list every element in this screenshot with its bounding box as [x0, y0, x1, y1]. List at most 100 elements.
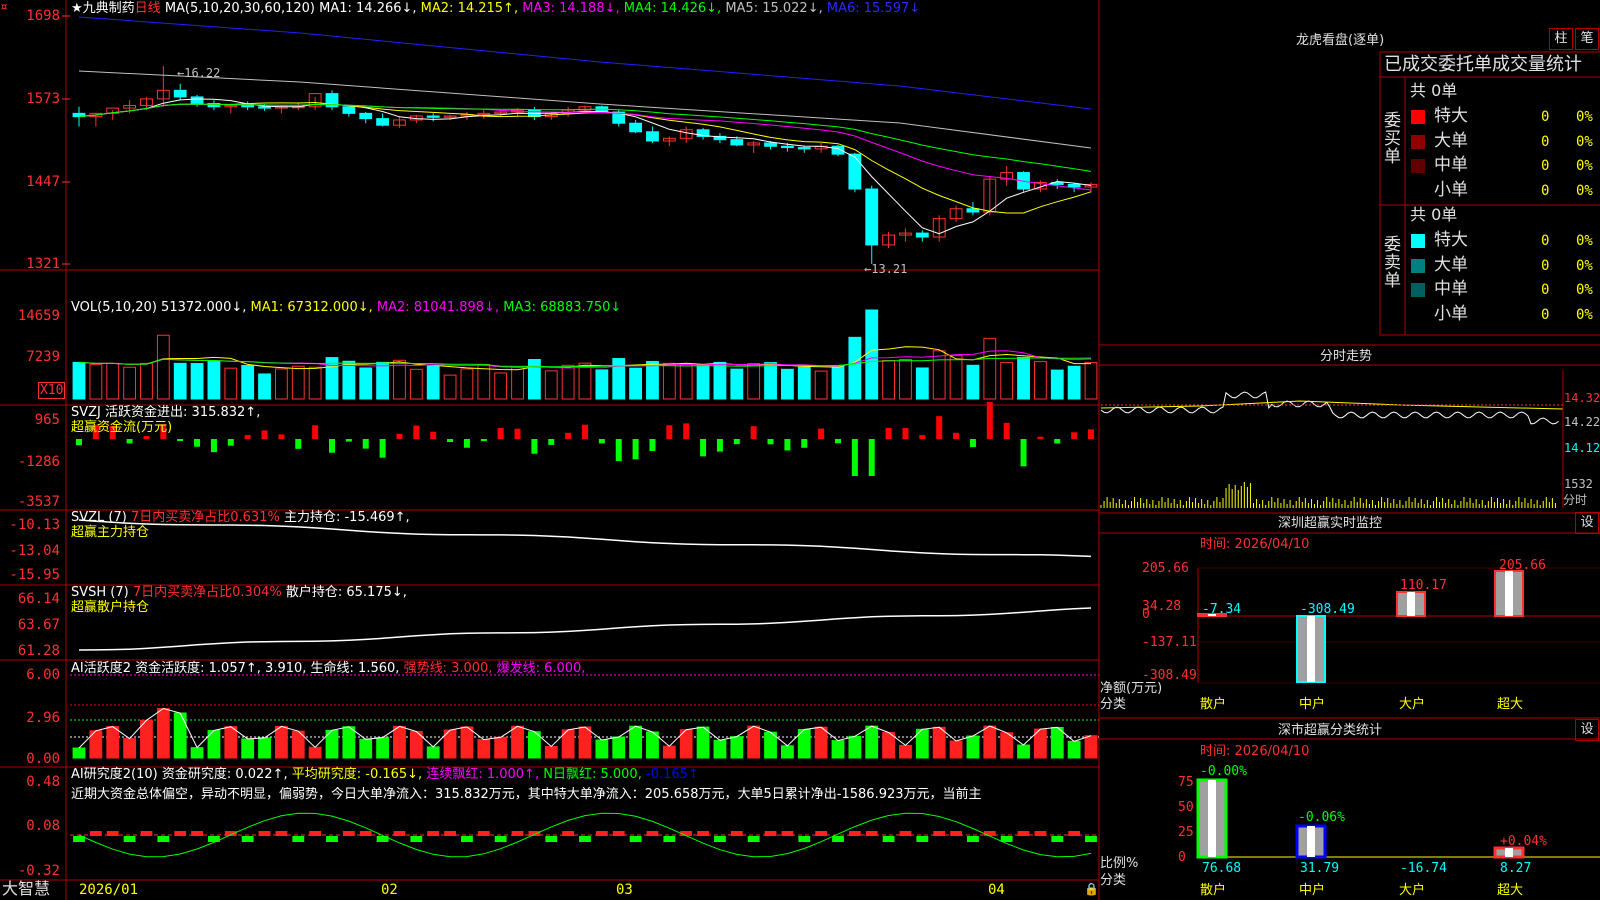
chart-canvas[interactable]	[0, 0, 1600, 900]
volume-bar	[578, 362, 592, 400]
monitor-bar-highlight	[1407, 592, 1415, 616]
research-bar	[629, 836, 642, 842]
vol-ma3: MA3: 68883.750↓	[503, 300, 622, 315]
stock-name[interactable]: ★九典制药	[71, 1, 135, 16]
research-bar	[798, 836, 811, 842]
flow-bar	[919, 435, 926, 439]
order-stat-header: 已成交委托单成交量统计	[1384, 54, 1582, 75]
volume-bar	[106, 362, 120, 400]
buy-name: 特大	[1434, 106, 1468, 126]
flow-bar	[784, 439, 791, 451]
svzj-header: SVZJ 活跃资金进出: 315.832↑,	[71, 405, 260, 420]
ai-research-red: 连续飘红: 1.000↑,	[426, 767, 540, 782]
classify-value-label: -16.74	[1400, 861, 1447, 876]
monitor-setting-button[interactable]: 设	[1575, 512, 1599, 534]
flow-bar	[345, 439, 352, 442]
activity-bar	[544, 746, 558, 759]
ai-active-axis-3: 0.00	[26, 751, 60, 767]
volume-bar	[764, 362, 777, 400]
flow-bar	[767, 439, 774, 445]
volume-bar	[1000, 361, 1014, 400]
volume-bar	[561, 364, 575, 400]
classify-change-label: -0.06%	[1298, 810, 1345, 825]
monitor-axis-label: 0	[1142, 607, 1150, 622]
research-bar	[528, 831, 541, 836]
volume-bar	[511, 366, 524, 400]
activity-bar	[612, 736, 626, 759]
svsh-title[interactable]: SVSH (7)	[71, 585, 129, 600]
activity-bar	[308, 746, 322, 759]
sell-side-label: 委卖单	[1384, 235, 1401, 291]
ai-active-title[interactable]: AI活跃度2	[71, 661, 131, 676]
tab-zhu[interactable]: 柱	[1549, 28, 1573, 50]
period-label[interactable]: 日线	[135, 1, 161, 16]
volume-bar	[899, 359, 912, 400]
activity-bar	[865, 725, 879, 759]
research-bar	[359, 831, 372, 836]
flow-bar	[413, 425, 420, 439]
intraday-vol-label: 分时	[1563, 493, 1588, 507]
menu-icon[interactable]: ¤	[0, 0, 8, 15]
vol-unit: X10	[38, 382, 66, 399]
research-bar	[764, 831, 777, 836]
activity-bar	[662, 745, 676, 759]
ma-line	[78, 103, 1092, 172]
ai-active-v2: 3.910,	[265, 661, 307, 676]
tab-bi[interactable]: 笔	[1575, 28, 1599, 50]
flow-bar	[278, 434, 285, 439]
research-bar	[106, 831, 119, 836]
ma3-value: MA3: 14.188↓,	[522, 1, 620, 16]
research-bar	[747, 836, 760, 842]
flow-bar	[1071, 432, 1078, 439]
candle-body	[426, 115, 440, 118]
volume-bar	[224, 367, 238, 400]
high-price-mark: ←16.22	[177, 66, 221, 80]
activity-bar	[156, 707, 170, 759]
svzl-title[interactable]: SVZL (7)	[71, 510, 127, 525]
classify-setting-button[interactable]: 设	[1575, 719, 1599, 741]
price-axis-2: 1573	[26, 91, 60, 107]
ai-research-avg: 平均研究度: -0.165↓,	[291, 767, 423, 782]
classify-change-label: -0.00%	[1200, 764, 1247, 779]
volume-bar	[679, 363, 693, 400]
activity-bar	[173, 712, 187, 759]
volume-bar	[831, 365, 845, 400]
candle-body	[797, 147, 811, 150]
classify-bar-highlight	[1505, 848, 1513, 857]
research-bar	[292, 836, 305, 842]
ai-research-nred: N日飘红: 5.000,	[543, 767, 642, 782]
ai-research-header: AI研究度2(10) 资金研究度: 0.022↑, 平均研究度: -0.165↓…	[71, 767, 699, 782]
ai-research-title[interactable]: AI研究度2(10)	[71, 767, 158, 782]
monitor-axis-label: -137.11	[1142, 635, 1197, 650]
research-bar	[1068, 831, 1081, 836]
research-bar	[882, 836, 895, 842]
activity-bar	[814, 726, 828, 759]
candle-body	[848, 153, 862, 190]
vol-title[interactable]: VOL(5,10,20)	[71, 300, 157, 315]
flow-bar	[750, 426, 757, 439]
research-bar	[208, 836, 220, 842]
flow-bar	[76, 439, 82, 446]
sell-count: 0	[1541, 233, 1550, 249]
research-bar	[950, 831, 962, 836]
svzl-ratio: 7日内买卖净占比0.631%	[130, 510, 280, 525]
buy-total: 共 0单	[1410, 81, 1458, 100]
ai-life-line: 生命线: 1.560,	[310, 661, 400, 676]
lock-icon[interactable]: 🔒	[1084, 882, 1099, 896]
volume-bar	[612, 358, 626, 400]
research-bar	[697, 831, 709, 836]
activity-bar	[342, 726, 356, 759]
classify-value-label: 76.68	[1202, 861, 1242, 876]
buy-count: 0	[1541, 182, 1550, 199]
volume-bar	[308, 366, 322, 400]
research-bar	[832, 836, 844, 842]
monitor-category-label: 中户	[1299, 697, 1326, 712]
svzj-title[interactable]: SVZJ	[71, 405, 101, 420]
classify-category-label: 大户	[1399, 883, 1426, 898]
classify-category-label: 中户	[1299, 883, 1326, 898]
activity-bar	[780, 745, 794, 759]
classify-time: 时间: 2026/04/10	[1200, 744, 1310, 759]
classify-change-label: +0.04%	[1500, 834, 1547, 849]
svzj-axis-3: -3537	[17, 494, 60, 510]
research-bar	[511, 831, 524, 836]
